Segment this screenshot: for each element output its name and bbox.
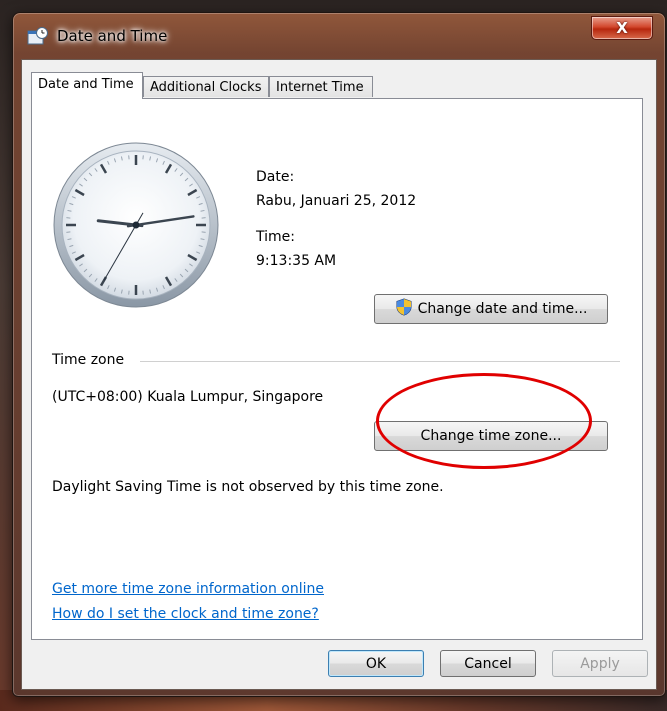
dialog-client-area: Date and Time Additional Clocks Internet… bbox=[21, 59, 657, 690]
uac-shield-icon bbox=[395, 298, 413, 320]
clock-center bbox=[132, 221, 140, 229]
time-zone-value: (UTC+08:00) Kuala Lumpur, Singapore bbox=[52, 389, 324, 405]
dst-note: Daylight Saving Time is not observed by … bbox=[52, 479, 444, 495]
ok-button[interactable]: OK bbox=[328, 650, 424, 677]
change-time-zone-label: Change time zone... bbox=[420, 428, 562, 444]
close-button[interactable]: X bbox=[591, 16, 653, 40]
tab-date-and-time[interactable]: Date and Time bbox=[31, 72, 143, 99]
date-label: Date: bbox=[256, 169, 295, 185]
time-zone-group-label: Time zone bbox=[52, 352, 125, 368]
more-time-zone-info-link[interactable]: Get more time zone information online bbox=[52, 581, 324, 597]
tab-label: Internet Time bbox=[276, 80, 364, 95]
cancel-button[interactable]: Cancel bbox=[440, 650, 536, 677]
time-value: 9:13:35 AM bbox=[256, 253, 337, 269]
apply-label: Apply bbox=[580, 655, 620, 672]
tab-label: Additional Clocks bbox=[150, 80, 262, 95]
title-bar[interactable]: Date and Time X bbox=[13, 13, 665, 59]
time-zone-group-divider bbox=[140, 361, 620, 362]
change-date-time-label: Change date and time... bbox=[417, 301, 588, 317]
cancel-label: Cancel bbox=[464, 655, 512, 672]
analog-clock bbox=[53, 142, 219, 308]
close-icon: X bbox=[616, 19, 628, 37]
date-time-app-icon bbox=[27, 27, 49, 45]
window-title: Date and Time bbox=[57, 27, 168, 45]
ok-label: OK bbox=[365, 655, 387, 672]
change-date-time-button[interactable]: Change date and time... bbox=[374, 294, 608, 324]
tab-label: Date and Time bbox=[38, 77, 134, 92]
how-to-set-clock-link[interactable]: How do I set the clock and time zone? bbox=[52, 606, 319, 622]
tab-panel: Date: Rabu, Januari 25, 2012 Time: 9:13:… bbox=[31, 98, 643, 640]
apply-button[interactable]: Apply bbox=[552, 650, 648, 677]
change-time-zone-button[interactable]: Change time zone... bbox=[374, 421, 608, 451]
tab-additional-clocks[interactable]: Additional Clocks bbox=[143, 76, 269, 97]
date-value: Rabu, Januari 25, 2012 bbox=[256, 193, 417, 209]
time-label: Time: bbox=[256, 229, 295, 245]
date-time-dialog: Date and Time X Date and Time Additional… bbox=[12, 12, 666, 697]
tab-internet-time[interactable]: Internet Time bbox=[269, 76, 373, 97]
